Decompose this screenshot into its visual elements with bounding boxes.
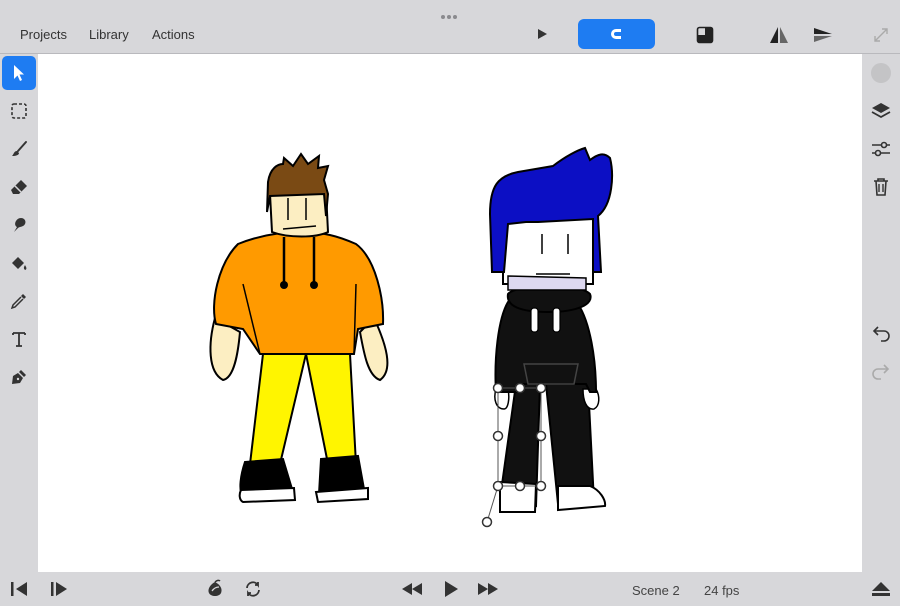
color-swatch-button[interactable] (866, 58, 896, 88)
last-frame-button[interactable] (48, 579, 70, 599)
arrow-pointer-icon (14, 65, 24, 81)
menu-projects[interactable]: Projects (20, 27, 67, 42)
color-circle-icon (871, 63, 891, 83)
skip-to-start-icon (11, 582, 27, 596)
adjust-button[interactable] (866, 134, 896, 164)
menu-actions[interactable]: Actions (152, 27, 195, 42)
flip-vertical-icon (814, 28, 832, 42)
rewind-icon (402, 583, 422, 595)
play-icon (538, 29, 547, 39)
fast-forward-icon (478, 583, 498, 595)
flip-vertical-button[interactable] (812, 24, 834, 46)
tool-smudge[interactable] (2, 208, 36, 242)
onion-skin-icon (208, 579, 222, 596)
expand-button[interactable] (866, 20, 896, 50)
tool-eraser[interactable] (2, 170, 36, 204)
bottom-bar: Scene 2 24 fps (0, 572, 900, 606)
expand-icon (874, 28, 888, 42)
onion-skin-button[interactable] (204, 579, 226, 599)
fast-forward-button[interactable] (476, 579, 500, 599)
tool-pen[interactable] (2, 360, 36, 394)
undo-icon (872, 326, 890, 342)
play-bottom-button[interactable] (440, 579, 462, 599)
tool-eyedropper[interactable] (2, 284, 36, 318)
first-frame-button[interactable] (8, 579, 30, 599)
smudge-icon (14, 218, 26, 232)
window-grabber[interactable] (441, 6, 459, 19)
flip-horizontal-button[interactable] (768, 24, 790, 46)
fps-label[interactable]: 24 fps (704, 583, 739, 598)
paint-bucket-icon (12, 257, 27, 270)
animation-app: Projects Library Actions Scene 2 24 fps (0, 0, 900, 606)
layer-fill-button[interactable] (694, 24, 716, 46)
redo-icon (872, 364, 890, 380)
loop-icon (246, 581, 260, 597)
scene-label[interactable]: Scene 2 (632, 583, 680, 598)
magnet-icon (610, 29, 624, 39)
loop-button[interactable] (242, 579, 264, 599)
canvas-artwork (209, 146, 613, 528)
play-icon (445, 581, 458, 597)
left-toolbar (0, 54, 38, 572)
dashed-square-icon (11, 103, 27, 119)
snap-magnet-button[interactable] (578, 19, 655, 49)
tool-fill[interactable] (2, 246, 36, 280)
top-bar: Projects Library Actions (0, 0, 900, 54)
play-button[interactable] (532, 24, 552, 44)
right-toolbar (862, 28, 900, 572)
tool-select[interactable] (2, 56, 36, 90)
trash-icon (874, 178, 888, 196)
eject-icon (872, 582, 890, 596)
menu-library[interactable]: Library (89, 27, 129, 42)
sliders-icon (872, 141, 890, 157)
character-orange-hoodie[interactable] (209, 152, 389, 504)
timeline-toggle-button[interactable] (870, 579, 892, 599)
layer-fill-icon (696, 26, 714, 44)
tool-text[interactable] (2, 322, 36, 356)
rewind-button[interactable] (400, 579, 424, 599)
tool-marquee[interactable] (2, 94, 36, 128)
redo-button[interactable] (866, 356, 896, 386)
skip-to-end-icon (51, 582, 67, 596)
tool-brush[interactable] (2, 132, 36, 166)
text-icon (12, 332, 26, 347)
drawing-canvas[interactable] (38, 54, 862, 572)
delete-button[interactable] (866, 172, 896, 202)
eraser-icon (11, 180, 27, 194)
layers-icon (871, 103, 891, 119)
eyedropper-icon (10, 294, 26, 310)
layers-button[interactable] (866, 96, 896, 126)
undo-button[interactable] (866, 318, 896, 348)
pen-nib-icon (12, 370, 26, 384)
character-black-hoodie[interactable] (481, 146, 613, 528)
flip-horizontal-icon (770, 27, 788, 43)
brush-icon (12, 141, 27, 156)
